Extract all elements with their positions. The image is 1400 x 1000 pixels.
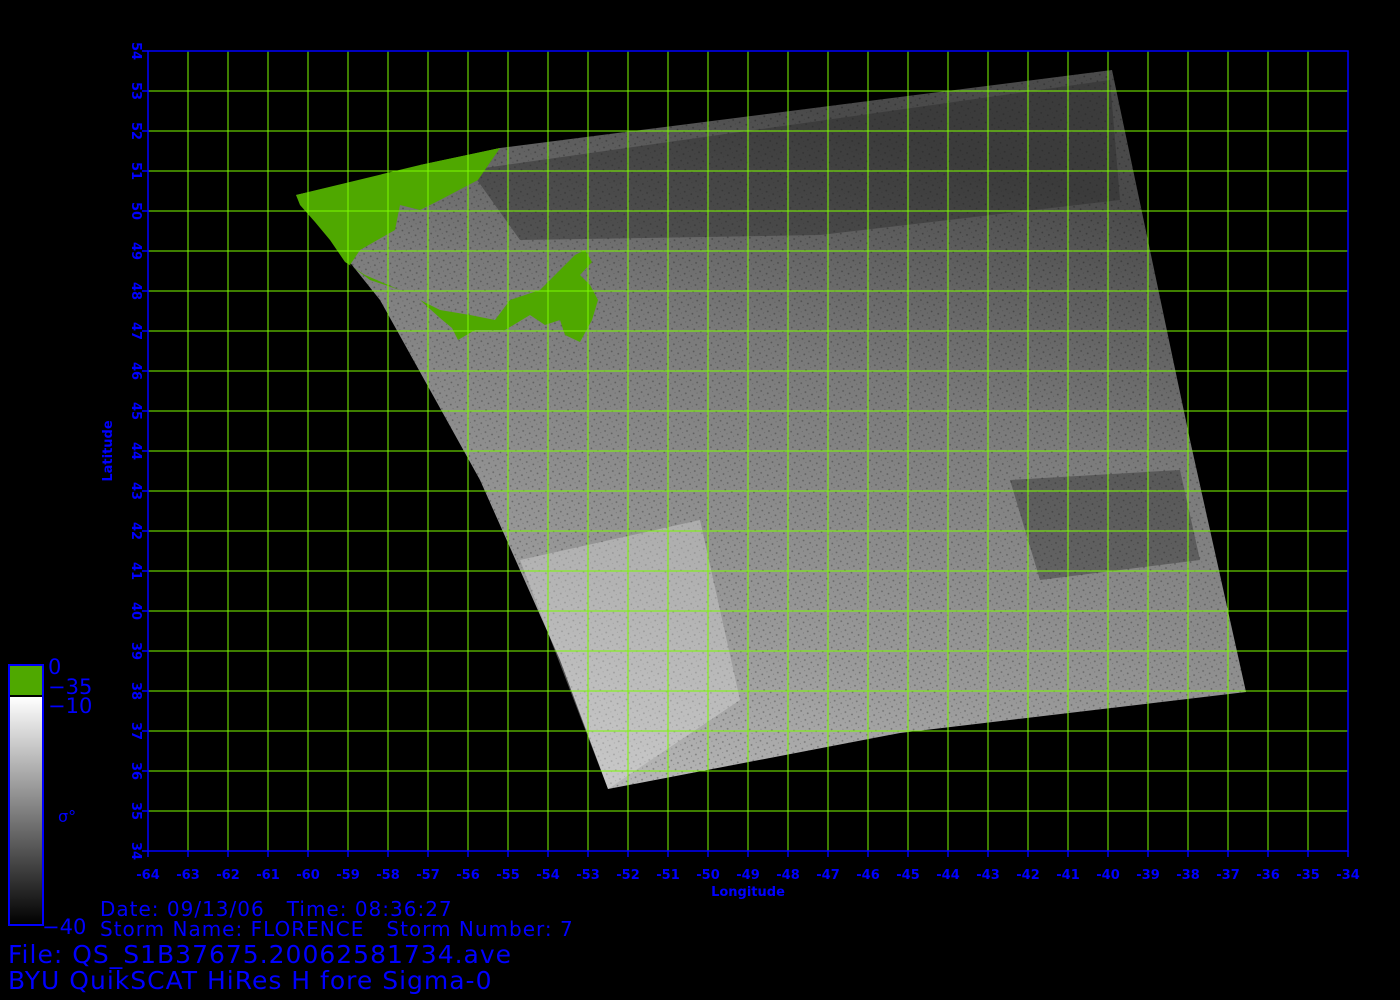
y-tick-label: 44 xyxy=(128,442,143,460)
colorbar-land-segment xyxy=(9,665,43,695)
x-tick-label: -40 xyxy=(1096,868,1120,883)
x-tick-label: -64 xyxy=(136,868,160,883)
x-tick-label: -63 xyxy=(176,868,200,883)
y-tick-label: 47 xyxy=(128,322,143,340)
x-tick-label: -62 xyxy=(216,868,240,883)
x-tick-label: -36 xyxy=(1256,868,1280,883)
y-tick-label: 45 xyxy=(128,402,143,420)
y-tick-label: 43 xyxy=(128,482,143,500)
x-tick-label: -56 xyxy=(456,868,480,883)
y-tick-label: 36 xyxy=(128,762,143,780)
y-tick-label: 42 xyxy=(128,522,143,540)
x-tick-label: -41 xyxy=(1056,868,1080,883)
x-tick-label: -57 xyxy=(416,868,440,883)
y-tick-label: 51 xyxy=(128,162,143,180)
y-tick-label: 38 xyxy=(128,682,143,700)
x-tick-label: -37 xyxy=(1216,868,1240,883)
y-tick-label: 39 xyxy=(128,642,143,660)
swath-dark-patch xyxy=(1010,470,1200,580)
y-tick-label: 40 xyxy=(128,602,143,620)
x-tick-label: -43 xyxy=(976,868,1000,883)
x-tick-label: -45 xyxy=(896,868,920,883)
x-tick-label: -46 xyxy=(856,868,880,883)
x-tick-label: -48 xyxy=(776,868,800,883)
file-line: File: QS_S1B37675.20062581734.ave xyxy=(8,940,513,969)
x-tick-label: -59 xyxy=(336,868,360,883)
sigma0-map: -64 -63 -62 -61 -60 -59 -58 -57 -56 -55 -54 -53 -52 -… xyxy=(8,42,1360,939)
x-tick-label: -50 xyxy=(696,868,720,883)
x-tick-label: -49 xyxy=(736,868,760,883)
x-tick-label: -39 xyxy=(1136,868,1160,883)
x-tick-label: -44 xyxy=(936,868,960,883)
x-axis-ticks: -64 -63 -62 -61 -60 -59 -58 -57 -56 -55 -54 -53 -52 -… xyxy=(136,851,1360,883)
y-tick-label: 46 xyxy=(128,362,143,380)
y-axis-label: Latitude xyxy=(101,420,116,482)
x-axis-label: Longitude xyxy=(711,885,785,900)
y-tick-label: 53 xyxy=(128,82,143,100)
y-tick-label: 41 xyxy=(128,562,143,580)
x-tick-label: -47 xyxy=(816,868,840,883)
product-title: BYU QuikSCAT HiRes H fore Sigma-0 xyxy=(8,966,493,995)
y-tick-label: 48 xyxy=(128,282,143,300)
x-tick-label: -53 xyxy=(576,868,600,883)
x-tick-label: -51 xyxy=(656,868,680,883)
y-tick-label: 54 xyxy=(128,42,143,60)
lat-lon-grid xyxy=(147,50,1349,852)
x-tick-label: -35 xyxy=(1296,868,1320,883)
y-tick-label: 50 xyxy=(128,202,143,220)
y-tick-label: 35 xyxy=(128,802,143,820)
x-tick-label: -52 xyxy=(616,868,640,883)
y-tick-label: 34 xyxy=(128,842,143,860)
colorbar-units: σ° xyxy=(58,807,76,826)
storm-line: Storm Name: FLORENCE Storm Number: 7 xyxy=(100,917,574,941)
colorbar-label-bottom: −40 xyxy=(42,915,86,939)
x-tick-label: -42 xyxy=(1016,868,1040,883)
y-tick-label: 37 xyxy=(128,722,143,740)
x-tick-label: -60 xyxy=(296,868,320,883)
x-tick-label: -58 xyxy=(376,868,400,883)
colorbar-label-upper: −10 xyxy=(48,694,92,718)
x-tick-label: -54 xyxy=(536,868,560,883)
x-tick-label: -55 xyxy=(496,868,520,883)
x-tick-label: -61 xyxy=(256,868,280,883)
x-tick-label: -34 xyxy=(1336,868,1360,883)
y-tick-label: 52 xyxy=(128,122,143,140)
y-axis-ticks: 54 53 52 51 50 49 48 47 46 45 44 43 42 41 40 39 38 37 36 35… xyxy=(128,42,148,860)
colorbar-gradient xyxy=(9,697,43,925)
y-tick-label: 49 xyxy=(128,242,143,260)
colorbar: 0 −35 −10 σ° −40 xyxy=(8,655,92,939)
x-tick-label: -38 xyxy=(1176,868,1200,883)
